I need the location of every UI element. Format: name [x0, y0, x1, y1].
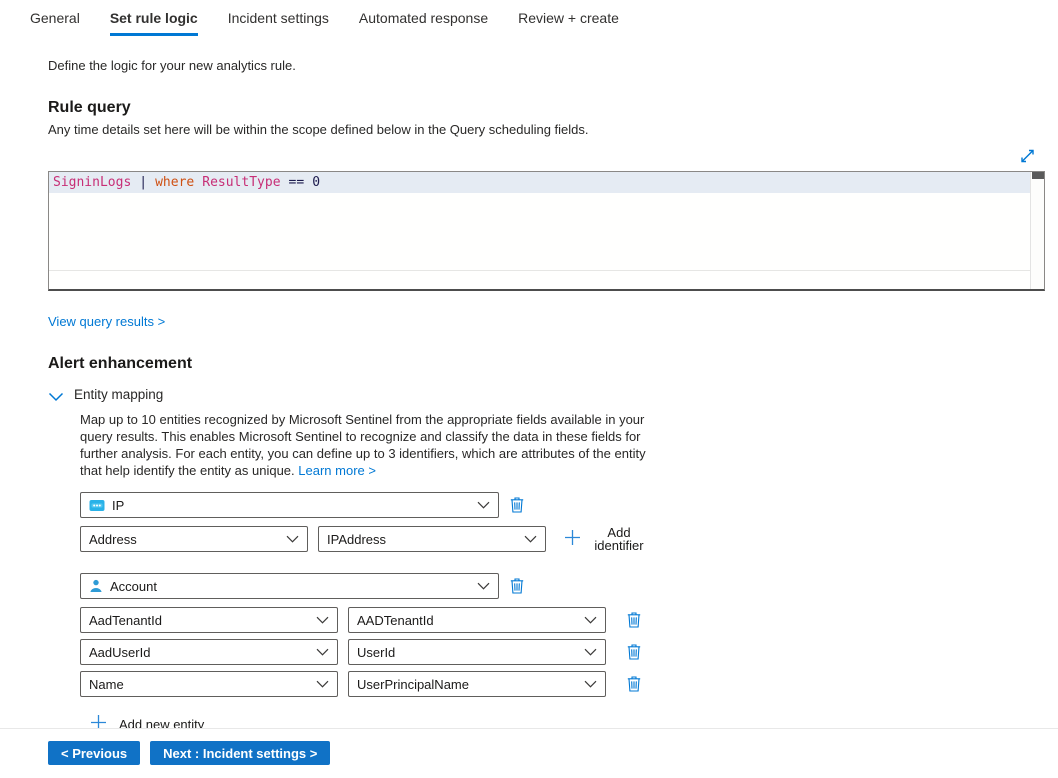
chevron-down-icon	[316, 680, 329, 688]
next-incident-settings-button[interactable]: Next : Incident settings >	[150, 741, 330, 765]
chevron-down-icon	[584, 648, 597, 656]
delete-entity-account-icon[interactable]	[507, 577, 527, 595]
entity-type-dropdown-account[interactable]: Account	[80, 573, 499, 599]
rule-query-title: Rule query	[48, 99, 1045, 117]
value-dropdown-userprincipalname[interactable]: UserPrincipalName	[348, 671, 606, 697]
identifier-value: Name	[89, 677, 316, 692]
tab-incident-settings[interactable]: Incident settings	[228, 10, 329, 36]
query-token-table: SigninLogs	[53, 175, 131, 190]
view-query-results-link[interactable]: View query results >	[48, 314, 165, 329]
chevron-down-icon	[286, 535, 299, 543]
rule-query-subtitle: Any time details set here will be within…	[48, 122, 1045, 137]
identifier-value: UserId	[357, 645, 584, 660]
query-token-keyword: where	[155, 175, 194, 190]
delete-identifier-icon[interactable]	[624, 611, 644, 629]
identifier-row-name: Name UserPrincipalName	[80, 671, 1045, 697]
plus-icon	[564, 529, 581, 549]
tab-review-create[interactable]: Review + create	[518, 10, 619, 36]
delete-identifier-icon[interactable]	[624, 675, 644, 693]
expand-editor-icon[interactable]	[1019, 148, 1037, 164]
identifier-value: AADTenantId	[357, 613, 584, 628]
tab-set-rule-logic[interactable]: Set rule logic	[110, 10, 198, 36]
add-identifier-label: Add identifier	[591, 526, 647, 552]
identifier-dropdown-name[interactable]: Name	[80, 671, 338, 697]
add-identifier-button[interactable]: Add identifier	[564, 526, 647, 552]
entity-mapping-label: Entity mapping	[74, 387, 163, 402]
tab-automated-response[interactable]: Automated response	[359, 10, 488, 36]
entity-mapping-toggle[interactable]: Entity mapping	[48, 387, 1045, 402]
previous-button[interactable]: < Previous	[48, 741, 140, 765]
query-token-pipe: |	[139, 175, 147, 190]
identifier-value: UserPrincipalName	[357, 677, 584, 692]
alert-enhancement-title: Alert enhancement	[48, 355, 1045, 373]
identifier-dropdown-ipaddress[interactable]: IPAddress	[318, 526, 546, 552]
ip-icon	[89, 499, 105, 512]
chevron-down-icon	[316, 648, 329, 656]
identifier-row-aaduserid: AadUserId UserId	[80, 639, 1045, 665]
chevron-down-icon	[584, 680, 597, 688]
chevron-down-icon	[584, 616, 597, 624]
entity-type-dropdown-ip[interactable]: IP	[80, 492, 499, 518]
query-editor[interactable]: SigninLogs | where ResultType == 0	[48, 171, 1045, 291]
chevron-down-icon	[48, 390, 64, 400]
query-token-value: 0	[312, 175, 320, 190]
identifier-value: AadUserId	[89, 645, 316, 660]
identifier-value: AadTenantId	[89, 613, 316, 628]
query-token-operator: ==	[289, 175, 305, 190]
tab-general[interactable]: General	[30, 10, 80, 36]
identifier-value: IPAddress	[327, 532, 524, 547]
identifier-row-aadtenantid: AadTenantId AADTenantId	[80, 607, 1045, 633]
identifier-row-ip-address: Address IPAddress Add identifier	[80, 526, 1045, 552]
entity-mapping-description: Map up to 10 entities recognized by Micr…	[80, 411, 655, 479]
chevron-down-icon	[524, 535, 537, 543]
entity-block-ip-header: IP	[80, 492, 1045, 518]
entity-type-value: IP	[112, 498, 477, 513]
wizard-tab-bar: General Set rule logic Incident settings…	[0, 0, 1058, 36]
value-dropdown-userid[interactable]: UserId	[348, 639, 606, 665]
value-dropdown-aadtenantid[interactable]: AADTenantId	[348, 607, 606, 633]
query-token-column: ResultType	[202, 175, 280, 190]
editor-scrollbar-thumb[interactable]	[1032, 172, 1044, 179]
learn-more-link[interactable]: Learn more >	[298, 463, 376, 478]
identifier-dropdown-aadtenantid[interactable]: AadTenantId	[80, 607, 338, 633]
editor-vertical-scrollbar[interactable]	[1030, 172, 1044, 289]
identifier-dropdown-address[interactable]: Address	[80, 526, 308, 552]
account-icon	[89, 579, 103, 593]
identifier-dropdown-aaduserid[interactable]: AadUserId	[80, 639, 338, 665]
intro-text: Define the logic for your new analytics …	[48, 58, 1045, 73]
entity-block-account-header: Account	[80, 573, 1045, 599]
chevron-down-icon	[316, 616, 329, 624]
chevron-down-icon	[477, 501, 490, 509]
wizard-footer: < Previous Next : Incident settings >	[0, 728, 1058, 778]
delete-identifier-icon[interactable]	[624, 643, 644, 661]
query-editor-current-line[interactable]: SigninLogs | where ResultType == 0	[49, 172, 1030, 193]
chevron-down-icon	[477, 582, 490, 590]
editor-horizontal-scrollbar[interactable]	[49, 270, 1030, 271]
entity-type-value: Account	[110, 579, 477, 594]
identifier-value: Address	[89, 532, 286, 547]
delete-entity-ip-icon[interactable]	[507, 496, 527, 514]
